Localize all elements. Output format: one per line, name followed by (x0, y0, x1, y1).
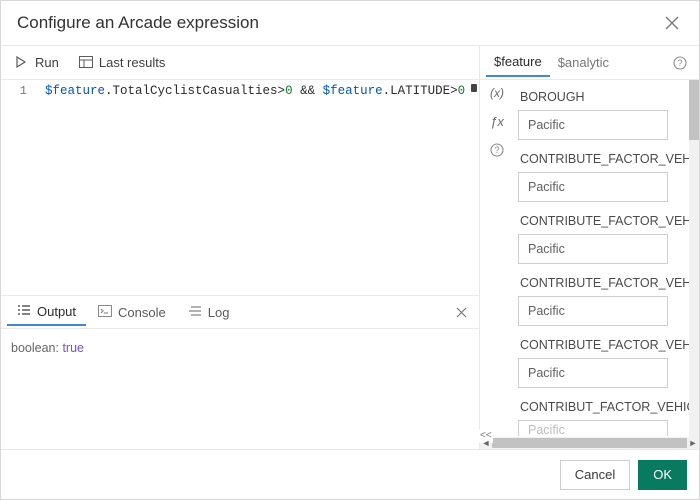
ok-button[interactable]: OK (638, 460, 687, 490)
fields-list[interactable]: BOROUGHPacificCONTRIBUTE_FACTOR_VEHICLEP… (514, 80, 699, 437)
line-gutter: 1 (1, 80, 41, 295)
scroll-right-icon[interactable]: ► (687, 437, 699, 449)
field-value[interactable]: Pacific (518, 358, 668, 388)
log-icon (188, 305, 202, 319)
help-icon: ? (490, 143, 504, 157)
vertical-scrollbar[interactable] (689, 80, 699, 449)
run-button[interactable]: Run (7, 50, 67, 76)
last-results-button[interactable]: Last results (71, 50, 173, 76)
horizontal-scroll-thumb[interactable] (492, 438, 687, 448)
field-label: CONTRIBUTE_FACTOR_VEHICLE (518, 334, 691, 358)
dialog-footer: Cancel OK (1, 449, 699, 499)
category-column: (x) ƒx ? (480, 80, 514, 437)
dialog-title: Configure an Arcade expression (17, 13, 259, 33)
field-value[interactable]: Pacific (518, 110, 668, 140)
functions-category[interactable]: ƒx (490, 114, 504, 129)
cancel-button[interactable]: Cancel (560, 460, 630, 490)
scroll-left-icon[interactable]: ◄ (480, 437, 492, 449)
console-icon (98, 305, 112, 319)
tab-output-label: Output (37, 304, 76, 319)
last-results-label: Last results (99, 55, 165, 70)
tab-console-label: Console (118, 305, 166, 320)
field-value[interactable]: Pacific (518, 420, 668, 436)
field-label: CONTRIBUT_FACTOR_VEHICLE_ (518, 396, 691, 420)
output-panel: boolean: true (1, 329, 479, 449)
right-pane: $feature $analytic ? (x) ƒx ? BOROUGHPac… (480, 46, 699, 449)
code-editor[interactable]: 1 $feature.TotalCyclistCasualties>0 && $… (1, 80, 479, 295)
tab-console[interactable]: Console (88, 298, 176, 326)
line-number: 1 (1, 84, 27, 98)
field-value[interactable]: Pacific (518, 172, 668, 202)
help-button[interactable]: ? (667, 54, 693, 72)
svg-text:?: ? (494, 145, 499, 155)
help-icon: ? (673, 56, 687, 70)
vertical-scroll-thumb[interactable] (689, 80, 699, 140)
field-label: CONTRIBUTE_FACTOR_VEHICLE (518, 148, 691, 172)
editor-toolbar: Run Last results (1, 46, 479, 80)
results-icon (79, 56, 93, 70)
code-content[interactable]: $feature.TotalCyclistCasualties>0 && $fe… (41, 80, 479, 295)
tab-feature[interactable]: $feature (486, 49, 550, 77)
field-label: CONTRIBUTE_FACTOR_VEHICLE (518, 272, 691, 296)
tab-log[interactable]: Log (178, 298, 240, 326)
field-label: BOROUGH (518, 86, 691, 110)
run-label: Run (35, 55, 59, 70)
minimap-marker (471, 84, 477, 92)
tab-output[interactable]: Output (7, 298, 86, 326)
output-type: boolean: (11, 341, 62, 355)
arcade-expression-dialog: Configure an Arcade expression Run Last … (0, 0, 700, 500)
svg-text:?: ? (677, 58, 682, 68)
field-value[interactable]: Pacific (518, 296, 668, 326)
output-value: true (62, 341, 84, 355)
horizontal-scrollbar[interactable]: ◄ ► (480, 437, 699, 449)
tab-analytic[interactable]: $analytic (550, 49, 617, 77)
play-icon (15, 56, 29, 70)
close-icon (665, 16, 679, 30)
close-icon (456, 307, 467, 318)
dialog-header: Configure an Arcade expression (1, 1, 699, 46)
globals-tabbar: $feature $analytic ? (480, 46, 699, 80)
output-tabbar: Output Console Log (1, 295, 479, 329)
output-icon (17, 304, 31, 318)
output-close-button[interactable] (450, 305, 473, 320)
close-button[interactable] (661, 14, 683, 32)
field-label: CONTRIBUTE_FACTOR_VEHICLE (518, 210, 691, 234)
globals-category[interactable]: (x) (490, 86, 504, 100)
left-pane: Run Last results 1 $feature.TotalCyclist… (1, 46, 480, 449)
constants-category[interactable]: ? (490, 143, 504, 157)
field-value[interactable]: Pacific (518, 234, 668, 264)
tab-log-label: Log (208, 305, 230, 320)
